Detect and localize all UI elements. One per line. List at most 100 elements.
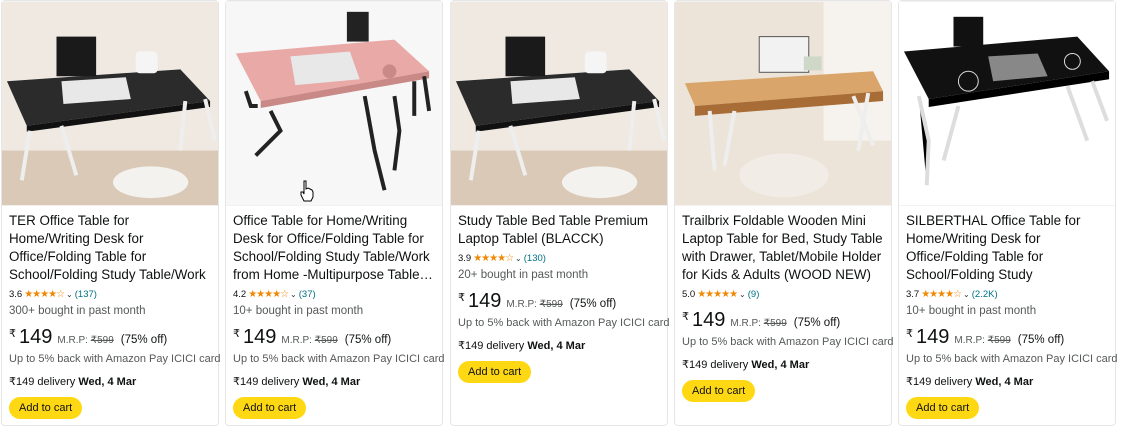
mrp-label: M.R.P: [730, 318, 761, 329]
delivery-prefix: ₹149 delivery [906, 376, 973, 388]
delivery-info: ₹149 delivery Wed, 4 Mar [906, 375, 1109, 389]
discount: (75% off) [1017, 334, 1065, 346]
currency-symbol: ₹ [906, 328, 913, 340]
delivery-prefix: ₹149 delivery [682, 359, 749, 371]
delivery-date: Wed, 4 Mar [751, 359, 810, 371]
cashback-offer: Up to 5% back with Amazon Pay ICICI card [9, 353, 221, 365]
currency-symbol: ₹ [458, 292, 465, 304]
star-rating-icon: ★★★★☆ [921, 289, 962, 300]
chevron-down-icon[interactable]: ⌄ [739, 288, 746, 302]
cashback-offer: Up to 5% back with Amazon Pay ICICI card [458, 317, 670, 329]
add-to-cart-button[interactable]: Add to cart [458, 361, 532, 383]
chevron-down-icon[interactable]: ⌄ [963, 288, 970, 302]
rating-value: 4.2 [233, 289, 247, 300]
product-card[interactable]: Office Table for Home/Writing Desk for O… [225, 0, 445, 426]
mrp-label: M.R.P: [506, 299, 537, 310]
product-title[interactable]: Study Table Bed Table Premium Laptop Tab… [458, 212, 661, 248]
product-title[interactable]: Trailbrix Foldable Wooden Mini Laptop Ta… [682, 212, 885, 284]
star-rating-icon: ★★★★☆ [473, 253, 514, 264]
mrp-label: M.R.P: [954, 335, 985, 346]
add-to-cart-button[interactable]: Add to cart [9, 397, 83, 419]
product-title[interactable]: SILBERTHAL Office Table for Home/Writing… [906, 212, 1109, 284]
add-to-cart-button[interactable]: Add to cart [906, 397, 980, 419]
chevron-down-icon[interactable]: ⌄ [290, 288, 297, 302]
delivery-info: ₹149 delivery Wed, 4 Mar [682, 358, 885, 372]
mrp-value: ₹599 [314, 335, 338, 346]
product-image-art [899, 1, 1115, 206]
price: 149 [916, 326, 950, 348]
discount: (75% off) [120, 334, 168, 346]
review-count[interactable]: (130) [524, 252, 546, 266]
chevron-down-icon[interactable]: ⌄ [515, 252, 522, 266]
mrp: M.R.P: ₹599 [57, 335, 113, 346]
bought-count: 300+ bought in past month [9, 305, 146, 317]
product-image[interactable] [899, 1, 1115, 206]
delivery-date: Wed, 4 Mar [302, 376, 361, 388]
delivery-prefix: ₹149 delivery [9, 376, 76, 388]
product-card[interactable]: TER Office Table for Home/Writing Desk f… [1, 0, 221, 426]
delivery-prefix: ₹149 delivery [458, 340, 525, 352]
mrp-label: M.R.P: [281, 335, 312, 346]
star-rating-icon: ★★★★☆ [24, 289, 65, 300]
discount: (75% off) [793, 317, 841, 329]
currency-symbol: ₹ [9, 328, 16, 340]
price-row: ₹149 M.R.P: ₹599 (75% off) [9, 326, 212, 348]
cashback-offer: Up to 5% back with Amazon Pay ICICI card [906, 353, 1118, 365]
product-image[interactable] [675, 1, 891, 206]
product-image[interactable] [451, 1, 667, 206]
price-row: ₹149 M.R.P: ₹599 (75% off) [906, 326, 1109, 348]
review-count[interactable]: (37) [299, 288, 316, 302]
product-image[interactable] [226, 1, 442, 206]
chevron-down-icon[interactable]: ⌄ [66, 288, 73, 302]
price-row: ₹149 M.R.P: ₹599 (75% off) [233, 326, 436, 348]
rating-value: 5.0 [682, 289, 696, 300]
mrp: M.R.P: ₹599 [281, 335, 337, 346]
rating[interactable]: 4.2 ★★★★☆ ⌄ (37) [233, 288, 436, 302]
rating[interactable]: 5.0 ★★★★★ ⌄ (9) [682, 288, 885, 302]
star-rating-icon: ★★★★☆ [248, 289, 289, 300]
price-row: ₹149 M.R.P: ₹599 (75% off) [682, 309, 885, 331]
delivery-date: Wed, 4 Mar [527, 340, 586, 352]
currency-symbol: ₹ [233, 328, 240, 340]
review-count[interactable]: (2.2K) [972, 288, 998, 302]
rating-value: 3.6 [9, 289, 23, 300]
delivery-prefix: ₹149 delivery [233, 376, 300, 388]
delivery-date: Wed, 4 Mar [975, 376, 1034, 388]
review-count[interactable]: (9) [748, 288, 760, 302]
product-image-art [226, 1, 442, 206]
product-title[interactable]: TER Office Table for Home/Writing Desk f… [9, 212, 212, 284]
product-card[interactable]: Trailbrix Foldable Wooden Mini Laptop Ta… [674, 0, 894, 426]
add-to-cart-button[interactable]: Add to cart [233, 397, 307, 419]
product-image-art [2, 1, 218, 206]
product-image-art [675, 1, 891, 206]
star-rating-icon: ★★★★★ [697, 289, 738, 300]
rating[interactable]: 3.6 ★★★★☆ ⌄ (137) [9, 288, 212, 302]
bought-count: 20+ bought in past month [458, 269, 589, 281]
mrp: M.R.P: ₹599 [730, 318, 786, 329]
product-image[interactable] [2, 1, 218, 206]
hand-pointer-icon [300, 180, 314, 202]
rating[interactable]: 3.7 ★★★★☆ ⌄ (2.2K) [906, 288, 1109, 302]
review-count[interactable]: (137) [75, 288, 97, 302]
discount: (75% off) [569, 298, 617, 310]
cashback-offer: Up to 5% back with Amazon Pay ICICI card [233, 353, 445, 365]
price: 149 [468, 290, 502, 312]
delivery-info: ₹149 delivery Wed, 4 Mar [233, 375, 436, 389]
rating-value: 3.9 [458, 253, 472, 264]
cashback-offer: Up to 5% back with Amazon Pay ICICI card [682, 336, 894, 348]
mrp-value: ₹599 [539, 299, 563, 310]
price: 149 [19, 326, 53, 348]
rating[interactable]: 3.9 ★★★★☆ ⌄ (130) [458, 252, 661, 266]
add-to-cart-button[interactable]: Add to cart [682, 380, 756, 402]
product-title[interactable]: Office Table for Home/Writing Desk for O… [233, 212, 436, 284]
mrp-value: ₹599 [90, 335, 114, 346]
price: 149 [243, 326, 277, 348]
product-image-art [451, 1, 667, 206]
mrp-label: M.R.P: [57, 335, 88, 346]
mrp-value: ₹599 [763, 318, 787, 329]
rating-value: 3.7 [906, 289, 920, 300]
product-card[interactable]: SILBERTHAL Office Table for Home/Writing… [898, 0, 1118, 426]
product-card[interactable]: Study Table Bed Table Premium Laptop Tab… [450, 0, 670, 426]
mrp-value: ₹599 [987, 335, 1011, 346]
bought-count: 10+ bought in past month [906, 305, 1037, 317]
